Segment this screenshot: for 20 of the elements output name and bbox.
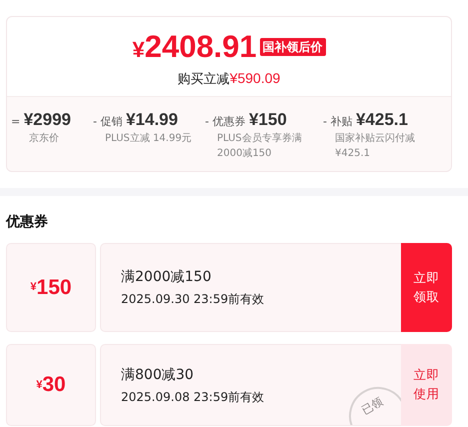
price-badge: 国补领后价 — [260, 38, 326, 56]
coupon-amount: ¥150 — [6, 243, 96, 332]
price-text: ¥2408.91 — [132, 29, 257, 64]
coupon-condition: 满800减30 — [121, 366, 194, 384]
price-note: 京东价 — [29, 132, 60, 146]
coupon-condition: 满2000减150 — [121, 268, 212, 287]
price-component: - 补贴 ¥425.1 — [323, 108, 409, 130]
price-component: = ¥2999 — [11, 108, 72, 130]
coupon-validity: 2025.09.08 23:59前有效 — [121, 388, 264, 406]
coupon-amount: ¥30 — [6, 344, 96, 426]
use-button[interactable]: 立即使用 — [401, 344, 452, 426]
coupon-validity: 2025.09.30 23:59前有效 — [121, 291, 264, 308]
section-title: 优惠券 — [6, 213, 49, 232]
price-component: - 促销 ¥14.99 — [93, 108, 179, 130]
price-note: PLUS立减 14.99元 — [105, 132, 193, 146]
price-note: 国家补贴云闪付减¥425.1 — [335, 132, 416, 160]
price-component: - 优惠券 ¥150 — [205, 108, 288, 130]
price-note: PLUS会员专享券满2000减150 — [217, 132, 303, 160]
claim-button[interactable]: 立即领取 — [401, 243, 452, 332]
saving-text: 购买立减¥590.09 — [176, 69, 282, 89]
